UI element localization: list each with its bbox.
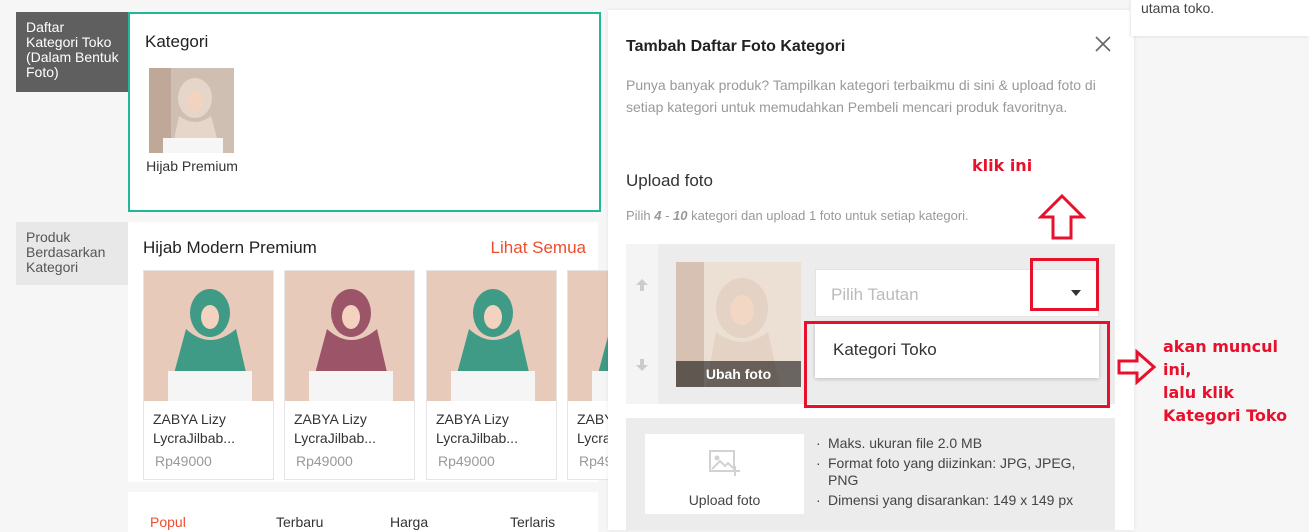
close-icon[interactable] (1093, 34, 1113, 54)
requirement-format: Format foto yang diizinkan: JPG, JPEG, P… (816, 455, 1106, 489)
product-card[interactable]: ZABYA Lizy LycraJilbab... Rp49000 (143, 270, 274, 480)
sort-tab-popular[interactable]: Popul (150, 514, 186, 530)
modal-title: Tambah Daftar Foto Kategori (626, 38, 846, 55)
requirement-size: Maks. ukuran file 2.0 MB (816, 435, 1106, 452)
see-all-link[interactable]: Lihat Semua (491, 238, 586, 258)
product-card[interactable]: ZABYA Lizy LycraJilbab... Rp49000 (284, 270, 415, 480)
annotation-line-3: lalu klik (1163, 383, 1234, 402)
hint-max: 10 (673, 208, 688, 223)
product-name: ZABYA Lizy LycraJilbab... (153, 411, 235, 446)
upload-hint: Pilih 4 - 10 kategori dan upload 1 foto … (626, 208, 969, 223)
sort-tab-price[interactable]: Harga (390, 514, 428, 530)
product-price: Rp49000 (155, 453, 212, 469)
hint-min: 4 (654, 208, 662, 223)
sort-tab-newest[interactable]: Terbaru (276, 514, 323, 530)
product-section: Hijab Modern Premium Lihat Semua ZABYA L… (128, 222, 698, 482)
category-item-label: Hijab Premium (146, 158, 238, 174)
product-price: Rp49000 (438, 453, 495, 469)
annotation-click-this: klik ini (972, 156, 1033, 175)
annotation-up-arrow-icon (1037, 193, 1087, 245)
product-card[interactable]: ZABYA Lizy LycraJilbab... Rp49000 (426, 270, 557, 480)
upload-section-title: Upload foto (626, 171, 713, 190)
upload-photo-label: Upload foto (688, 492, 761, 508)
hint-suffix: kategori dan upload 1 foto untuk setiap … (691, 208, 969, 223)
product-image (427, 271, 556, 401)
category-thumbnail (149, 68, 234, 153)
link-select-placeholder: Pilih Tautan (831, 285, 919, 304)
hint-separator: - (665, 208, 670, 223)
store-info-text: utama toko. (1141, 0, 1215, 16)
reorder-column (626, 244, 658, 404)
product-name: ZABYA Lizy LycraJilbab... (436, 411, 518, 446)
sort-tab-bestseller[interactable]: Terlaris (510, 514, 555, 530)
category-card-title: Kategori (145, 32, 209, 51)
hint-prefix: Pilih (626, 208, 651, 223)
modal-description: Punya banyak produk? Tampilkan kategori … (626, 77, 1096, 115)
image-add-icon (709, 448, 741, 483)
annotation-line-2: ini, (1163, 360, 1192, 379)
arrow-up-icon[interactable] (635, 278, 649, 297)
product-image (285, 271, 414, 401)
product-price: Rp49000 (296, 453, 353, 469)
upload-requirements: Maks. ukuran file 2.0 MB Format foto yan… (816, 435, 1106, 512)
annotation-box-dropdown-caret (1030, 258, 1099, 311)
upload-photo-tile[interactable]: Upload foto (645, 434, 804, 514)
sort-tabs: Popul Terbaru Harga Terlaris (128, 492, 598, 532)
sidebar-tab-category-photos[interactable]: Daftar Kategori Toko (Dalam Bentuk Foto) (16, 12, 130, 92)
annotation-box-dropdown-option (804, 321, 1110, 408)
category-preview-card[interactable]: Kategori Hijab Premium (128, 12, 601, 212)
category-photo[interactable]: Ubah foto (676, 262, 801, 387)
change-photo-label[interactable]: Ubah foto (676, 361, 801, 387)
annotation-line-4: Kategori Toko (1163, 406, 1288, 425)
product-section-title: Hijab Modern Premium (143, 238, 317, 257)
sidebar-tab-products-by-category[interactable]: Produk Berdasarkan Kategori (16, 222, 130, 285)
product-image (144, 271, 273, 401)
product-name: ZABYA Lizy LycraJilbab... (294, 411, 376, 446)
annotation-appear-text: akan muncul ini, lalu klik Kategori Toko (1163, 335, 1287, 427)
arrow-down-icon[interactable] (635, 358, 649, 377)
upload-info-box: Upload foto Maks. ukuran file 2.0 MB For… (626, 418, 1115, 530)
annotation-line-1: akan muncul (1163, 337, 1279, 356)
store-info-card: utama toko. (1130, 0, 1309, 36)
requirement-dimension: Dimensi yang disarankan: 149 x 149 px (816, 492, 1106, 509)
annotation-right-arrow-icon (1117, 348, 1157, 390)
